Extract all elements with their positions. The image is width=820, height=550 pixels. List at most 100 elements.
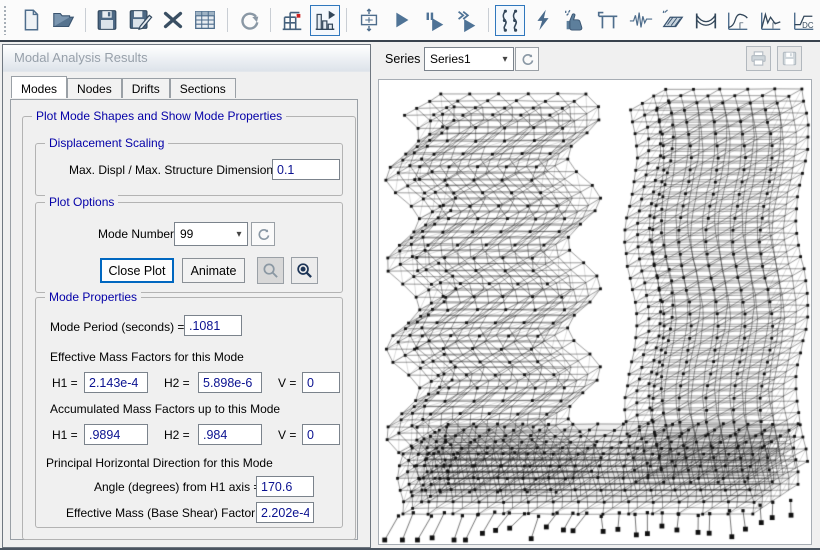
fast-forward-play-icon bbox=[453, 7, 479, 33]
main-toolbar: Γ Γ DC bbox=[0, 0, 820, 42]
energy-balance-button[interactable] bbox=[527, 5, 558, 36]
mode-period-label: Mode Period (seconds) = bbox=[50, 320, 184, 334]
pushover-plot-button[interactable] bbox=[593, 5, 624, 36]
refresh-icon bbox=[520, 52, 535, 67]
mode-properties-group: Mode Properties Mode Period (seconds) = … bbox=[35, 297, 343, 528]
printer-icon bbox=[750, 50, 767, 67]
redo-button[interactable] bbox=[234, 5, 265, 36]
animate-button[interactable]: Animate bbox=[182, 258, 245, 283]
save-plot-button[interactable] bbox=[777, 46, 802, 71]
redo-circle-arrow-icon bbox=[236, 7, 262, 33]
save-as-button[interactable] bbox=[125, 5, 156, 36]
open-model-button[interactable] bbox=[49, 5, 80, 36]
bar-chart-play-icon bbox=[312, 7, 338, 33]
mode-number-label: Mode Number bbox=[98, 227, 174, 241]
save-icon bbox=[94, 7, 120, 33]
mode-number-value: 99 bbox=[175, 227, 231, 241]
modal-analysis-panel: Modal Analysis Results Modes Nodes Drift… bbox=[2, 44, 371, 548]
series-select[interactable]: Series1 ▾ bbox=[424, 47, 514, 71]
chevron-down-icon: ▾ bbox=[231, 229, 247, 240]
new-file-icon bbox=[18, 7, 44, 33]
toolbar-grip[interactable] bbox=[3, 5, 8, 35]
tab-sections[interactable]: Sections bbox=[170, 78, 236, 98]
catenary-net-icon bbox=[693, 7, 719, 33]
resize-frame-icon bbox=[356, 7, 382, 33]
mode-refresh-button[interactable] bbox=[251, 222, 275, 246]
displacement-scaling-caption: Displacement Scaling bbox=[45, 136, 168, 150]
accumulated-mass-label: Accumulated Mass Factors up to this Mode bbox=[50, 402, 280, 416]
displacement-scaling-group: Displacement Scaling Max. Displ / Max. S… bbox=[35, 143, 343, 196]
deflected-shape-button[interactable] bbox=[690, 5, 721, 36]
set-scale-button[interactable] bbox=[353, 5, 384, 36]
structure-crane-icon bbox=[279, 7, 305, 33]
run-step-button[interactable] bbox=[419, 5, 450, 36]
tab-drifts[interactable]: Drifts bbox=[122, 78, 170, 98]
run-fast-button[interactable] bbox=[451, 5, 482, 36]
plot-options-caption: Plot Options bbox=[45, 195, 118, 209]
usage-ratios-button[interactable] bbox=[560, 5, 591, 36]
time-history-button[interactable] bbox=[625, 5, 656, 36]
angle-label: Angle (degrees) from H1 axis = bbox=[94, 480, 250, 494]
new-file-button[interactable] bbox=[16, 5, 47, 36]
analysis-results-button[interactable] bbox=[310, 5, 341, 36]
acc-v-label: V = bbox=[278, 428, 296, 442]
acc-h1-label: H1 = bbox=[52, 428, 78, 442]
series-value: Series1 bbox=[425, 52, 497, 66]
series-refresh-button[interactable] bbox=[515, 47, 539, 71]
mode-number-select[interactable]: 99 ▾ bbox=[174, 222, 248, 246]
hatched-slab-icon bbox=[660, 7, 686, 33]
save-button[interactable] bbox=[92, 5, 123, 36]
eff-v-value bbox=[302, 372, 340, 393]
angle-value bbox=[256, 476, 314, 497]
print-button[interactable] bbox=[746, 46, 771, 71]
zoom-in-button[interactable] bbox=[291, 257, 318, 284]
close-plot-button[interactable]: Close Plot bbox=[100, 258, 174, 283]
eff-h2-value bbox=[198, 372, 262, 393]
frame-bench-icon bbox=[595, 7, 621, 33]
toolbar-separator bbox=[227, 8, 228, 32]
eff-h1-value bbox=[84, 372, 148, 393]
acc-h1-value bbox=[84, 424, 148, 445]
tables-button[interactable] bbox=[190, 5, 221, 36]
acc-h2-label: H2 = bbox=[164, 428, 190, 442]
toolbar-separator bbox=[85, 8, 86, 32]
pause-play-icon bbox=[421, 7, 447, 33]
eff-h1-label: H1 = bbox=[52, 376, 78, 390]
hysteresis-loop-2-button[interactable]: Γ bbox=[756, 5, 787, 36]
svg-text:DC: DC bbox=[802, 21, 814, 30]
refresh-icon bbox=[256, 227, 271, 242]
demand-capacity-button[interactable]: DC bbox=[788, 5, 819, 36]
delete-button[interactable] bbox=[157, 5, 188, 36]
define-structure-button[interactable] bbox=[277, 5, 308, 36]
modes-tab-page: Plot Mode Shapes and Show Mode Propertie… bbox=[10, 99, 358, 540]
tab-modes[interactable]: Modes bbox=[11, 76, 67, 98]
mode-shapes-button[interactable] bbox=[495, 5, 526, 36]
base-shear-value bbox=[256, 502, 314, 523]
play-icon bbox=[388, 7, 414, 33]
max-displ-input[interactable] bbox=[272, 159, 340, 180]
acc-v-value bbox=[302, 424, 340, 445]
mode-shape-waves-icon bbox=[497, 7, 523, 33]
series-label: Series bbox=[385, 52, 420, 66]
main-group: Plot Mode Shapes and Show Mode Propertie… bbox=[22, 116, 356, 540]
zoom-out-button[interactable] bbox=[257, 257, 284, 284]
delete-x-icon bbox=[160, 7, 186, 33]
mode-period-value bbox=[184, 315, 242, 336]
run-analysis-button[interactable] bbox=[386, 5, 417, 36]
hysteresis-loop-1-button[interactable]: Γ bbox=[723, 5, 754, 36]
panel-title: Modal Analysis Results bbox=[3, 45, 370, 72]
model-plot-area[interactable] bbox=[378, 79, 812, 545]
effective-mass-label: Effective Mass Factors for this Mode bbox=[50, 350, 244, 364]
lightning-bolt-icon bbox=[530, 7, 556, 33]
tab-nodes[interactable]: Nodes bbox=[67, 78, 122, 98]
general-pushover-button[interactable] bbox=[658, 5, 689, 36]
curve-dc-icon: DC bbox=[791, 7, 817, 33]
toolbar-separator bbox=[270, 8, 271, 32]
max-displ-label: Max. Displ / Max. Structure Dimension bbox=[69, 163, 273, 177]
magnifier-in-icon bbox=[296, 262, 313, 279]
tab-strip: Modes Nodes Drifts Sections bbox=[11, 78, 236, 98]
eff-h2-label: H2 = bbox=[164, 376, 190, 390]
toolbar-separator bbox=[346, 8, 347, 32]
main-group-caption: Plot Mode Shapes and Show Mode Propertie… bbox=[32, 109, 286, 123]
curve-gamma-icon: Γ bbox=[725, 7, 751, 33]
